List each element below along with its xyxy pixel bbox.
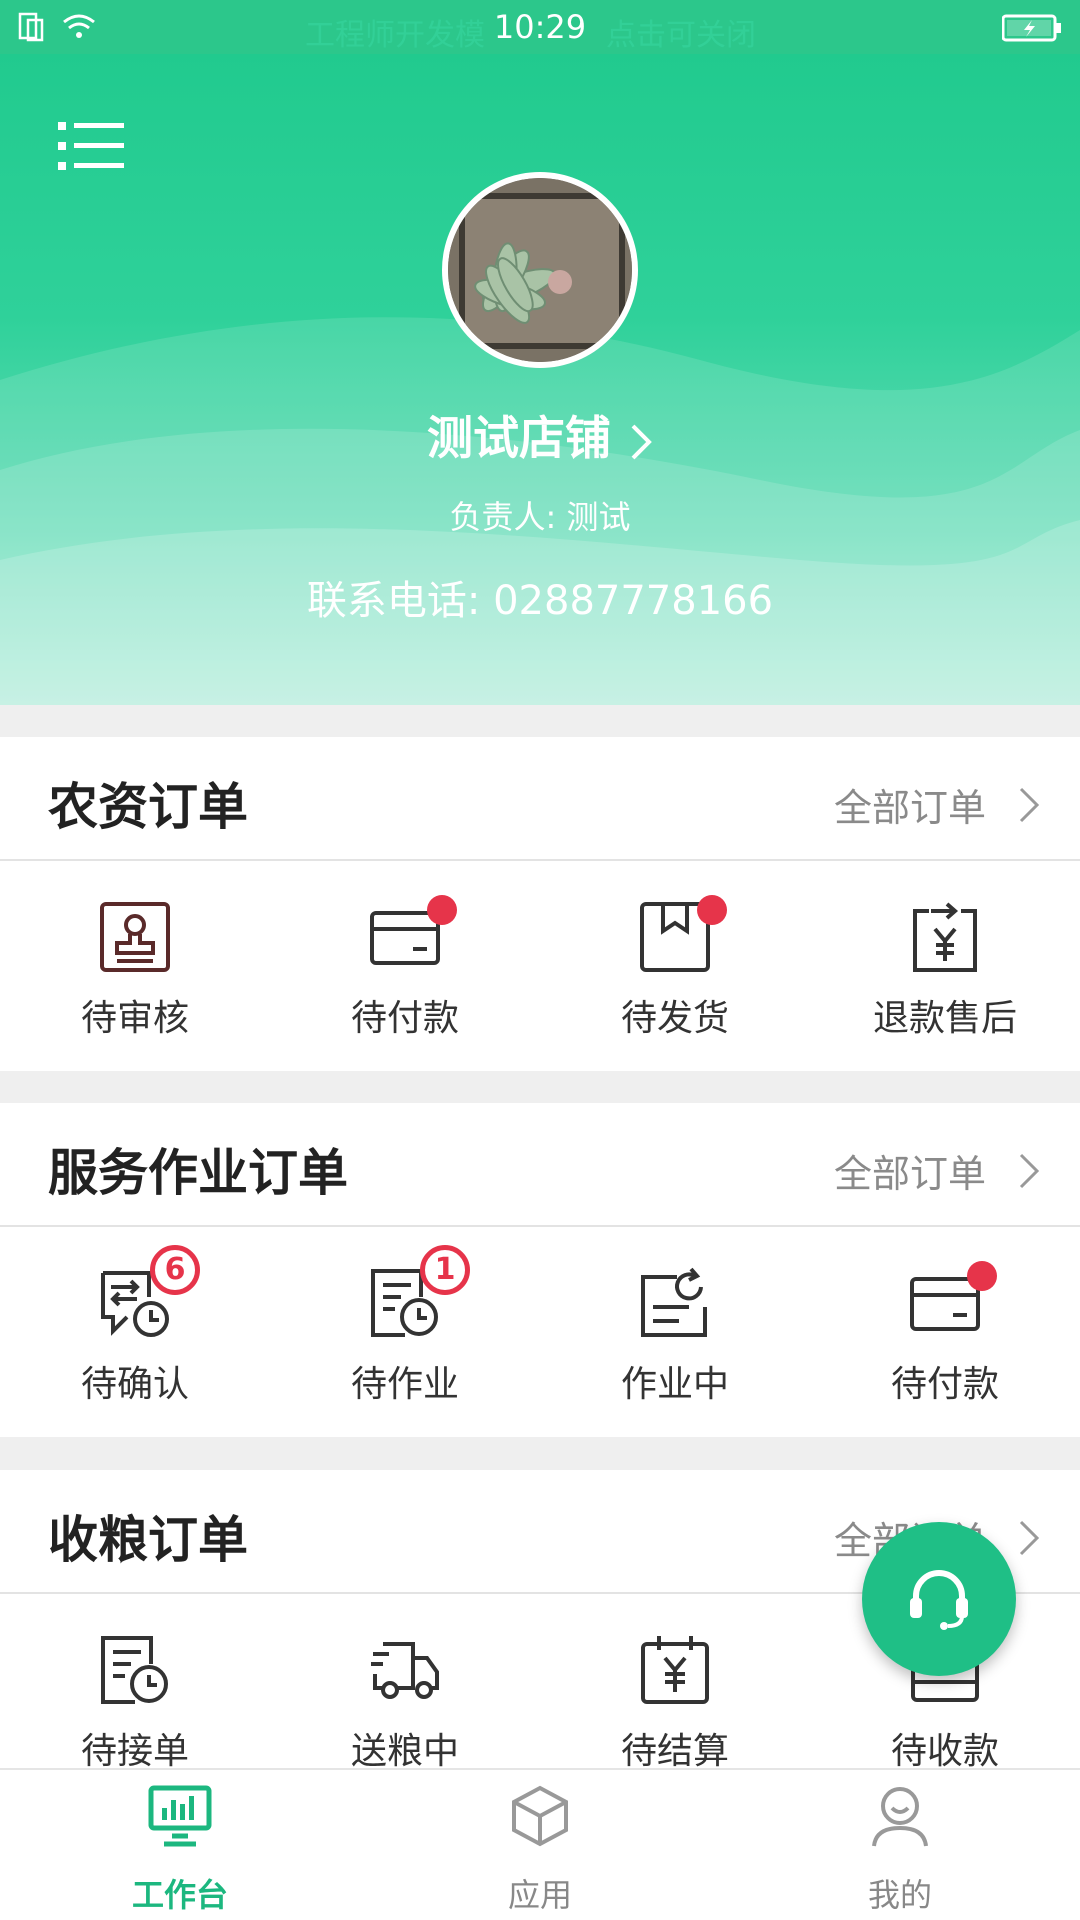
doc-clock-icon — [101, 1636, 168, 1704]
status-bar: 工程师开发模 10:29 点击可关闭 — [0, 0, 1080, 54]
truck-icon — [371, 1642, 439, 1699]
notification-dot — [427, 895, 457, 925]
status-in-progress[interactable]: 作业中 — [540, 1227, 810, 1437]
notification-dot — [967, 1261, 997, 1291]
status-label: 待付款 — [890, 1364, 999, 1405]
status-time: 10:29 — [493, 8, 587, 46]
menu-icon[interactable] — [58, 120, 124, 172]
status-label: 送粮中 — [350, 1731, 459, 1772]
all-orders-link[interactable]: 全部订单 — [834, 1143, 1040, 1198]
chevron-right-icon — [1019, 1520, 1040, 1555]
section-header: 服务作业订单 全部订单 — [0, 1103, 1080, 1227]
status-pending-shipment[interactable]: 待发货 — [540, 861, 810, 1071]
status-label: 待结算 — [620, 1731, 729, 1772]
calendar-yen-icon — [641, 1636, 709, 1704]
status-label: 作业中 — [620, 1364, 729, 1405]
dashboard-icon — [148, 1785, 212, 1847]
status-ghost-text-2: 点击可关闭 — [606, 18, 756, 53]
battery-icon — [1002, 14, 1061, 42]
shop-name: 测试店铺 — [427, 411, 611, 465]
profile-header: 工程师开发模 10:29 点击可关闭 测试店铺 负责人: 测试 联系电话: 02… — [0, 0, 1080, 705]
status-pending-confirm[interactable]: 6 待确认 — [0, 1227, 270, 1437]
status-pending-payment[interactable]: 待付款 — [810, 1227, 1080, 1437]
tab-apps[interactable]: 应用 — [360, 1770, 720, 1920]
section-service-orders: 服务作业订单 全部订单 6 待确认 1 待作业 作业中 待付款 — [0, 1103, 1080, 1437]
user-icon — [872, 1787, 928, 1847]
refund-icon — [913, 902, 977, 972]
succulent-photo — [448, 178, 632, 362]
status-label: 待付款 — [350, 998, 459, 1039]
all-orders-label: 全部订单 — [833, 1152, 986, 1196]
doc-refresh-icon — [641, 1267, 707, 1337]
stamp-icon — [100, 902, 170, 972]
customer-service-button[interactable] — [862, 1522, 1016, 1676]
section-title: 农资订单 — [48, 778, 248, 836]
count-badge: 1 — [420, 1245, 470, 1295]
headset-icon — [910, 1570, 968, 1630]
tab-label: 工作台 — [131, 1876, 228, 1914]
status-label: 待作业 — [350, 1364, 459, 1405]
section-agri-orders: 农资订单 全部订单 待审核 待付款 待发货 退款售后 — [0, 737, 1080, 1071]
order-status-grid: 6 待确认 1 待作业 作业中 待付款 — [0, 1227, 1080, 1437]
status-label: 退款售后 — [872, 998, 1017, 1039]
tab-label: 我的 — [867, 1876, 932, 1914]
shop-name-link[interactable]: 测试店铺 — [0, 402, 1080, 468]
status-label: 待接单 — [80, 1731, 189, 1772]
status-label: 待收款 — [890, 1731, 999, 1772]
status-label: 待确认 — [80, 1364, 189, 1405]
status-refund[interactable]: 退款售后 — [810, 861, 1080, 1071]
all-orders-label: 全部订单 — [833, 786, 986, 830]
order-status-grid: 待审核 待付款 待发货 退款售后 — [0, 861, 1080, 1071]
tab-workbench[interactable]: 工作台 — [0, 1770, 360, 1920]
section-header: 农资订单 全部订单 — [0, 737, 1080, 861]
chevron-right-icon — [1019, 787, 1040, 822]
tab-mine[interactable]: 我的 — [720, 1770, 1080, 1920]
chevron-right-icon — [631, 424, 652, 459]
tab-label: 应用 — [507, 1876, 572, 1914]
cube-icon — [512, 1785, 568, 1847]
notification-dot — [697, 895, 727, 925]
status-label: 待审核 — [80, 998, 189, 1039]
all-orders-link[interactable]: 全部订单 — [834, 777, 1040, 832]
count-badge: 6 — [150, 1245, 200, 1295]
status-label: 待发货 — [620, 998, 729, 1039]
shop-phone: 联系电话: 02887778166 — [306, 578, 774, 624]
bottom-tab-bar: 工作台 应用 我的 — [0, 1768, 1080, 1920]
section-title: 收粮订单 — [48, 1511, 248, 1569]
shop-owner: 负责人: 测试 — [449, 498, 631, 536]
status-pending-work[interactable]: 1 待作业 — [270, 1227, 540, 1437]
chevron-right-icon — [1019, 1153, 1040, 1188]
status-pending-payment[interactable]: 待付款 — [270, 861, 540, 1071]
shop-avatar[interactable] — [442, 172, 638, 368]
status-pending-review[interactable]: 待审核 — [0, 861, 270, 1071]
section-title: 服务作业订单 — [48, 1144, 348, 1202]
